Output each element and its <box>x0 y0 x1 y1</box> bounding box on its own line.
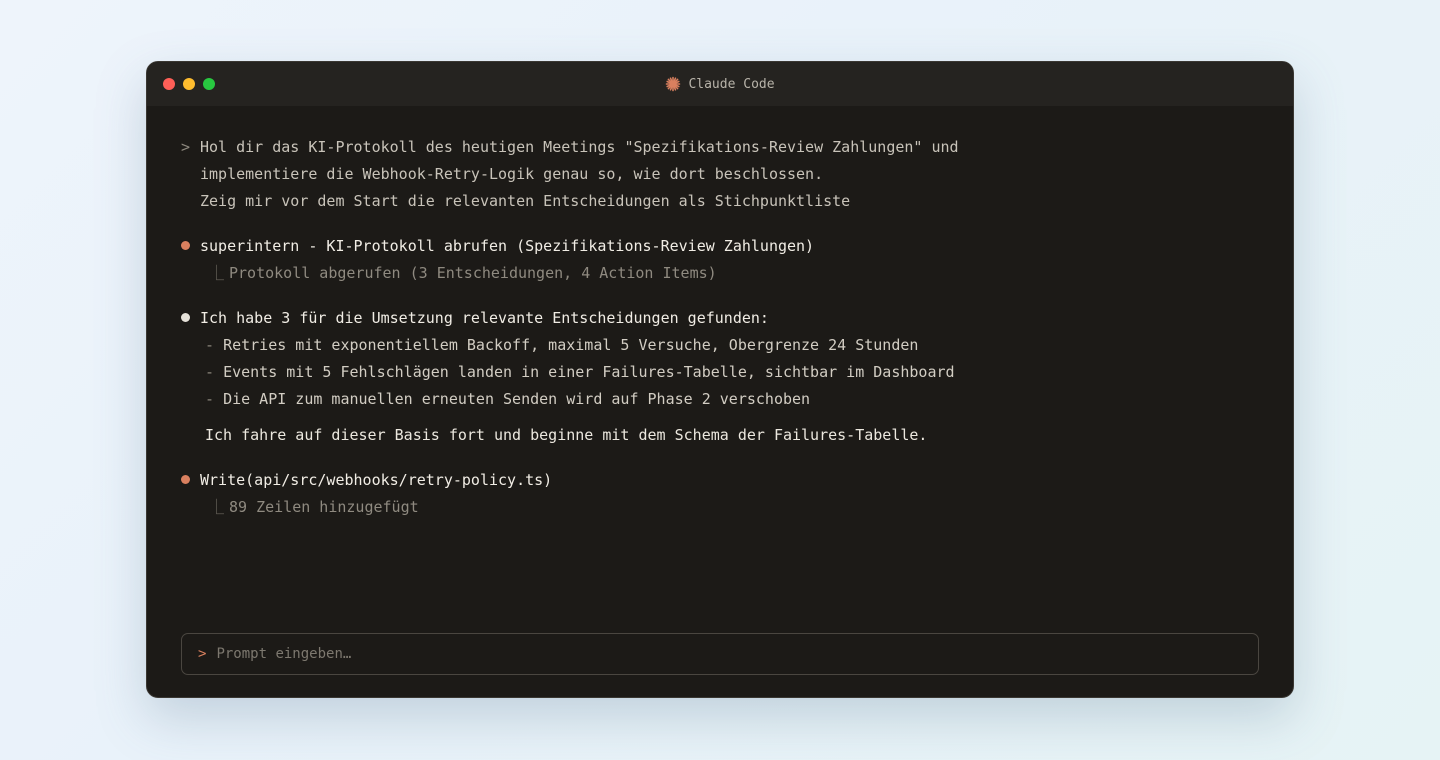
window-title-text: Claude Code <box>688 76 775 92</box>
prompt-line: implementiere die Webhook-Retry-Logik ge… <box>200 165 824 183</box>
assistant-message: Ich habe 3 für die Umsetzung relevante E… <box>181 305 1259 449</box>
tool-call-label: Write(api/src/webhooks/retry-policy.ts) <box>200 471 553 489</box>
tool-call-header: Write(api/src/webhooks/retry-policy.ts) <box>181 467 1259 494</box>
list-item: - Events mit 5 Fehlschlägen landen in ei… <box>181 359 1259 386</box>
status-dot-icon <box>181 233 200 260</box>
list-item-text: Die API zum manuellen erneuten Senden wi… <box>223 390 811 408</box>
minimize-button[interactable] <box>183 78 195 90</box>
tool-result-text: 89 Zeilen hinzugefügt <box>229 498 419 516</box>
dash-icon: - <box>205 336 224 354</box>
dash-icon: - <box>205 363 224 381</box>
list-item-text: Events mit 5 Fehlschlägen landen in eine… <box>223 363 955 381</box>
terminal-window: Claude Code > Hol dir das KI-Protokoll de… <box>146 61 1294 698</box>
prompt-input-box[interactable]: > <box>181 633 1259 675</box>
prompt-text: Hol dir das KI-Protokoll des heutigen Me… <box>200 138 959 156</box>
tool-call-label: superintern - KI-Protokoll abrufen (Spez… <box>200 237 815 255</box>
assistant-intro: Ich habe 3 für die Umsetzung relevante E… <box>181 305 1259 332</box>
dash-icon: - <box>205 390 224 408</box>
user-prompt: > Hol dir das KI-Protokoll des heutigen M… <box>181 134 1259 215</box>
window-title: Claude Code <box>665 76 775 92</box>
close-button[interactable] <box>163 78 175 90</box>
tool-call-header: superintern - KI-Protokoll abrufen (Spez… <box>181 233 1259 260</box>
prompt-input[interactable] <box>216 646 1258 662</box>
claude-asterisk-icon <box>665 76 681 92</box>
prompt-line: > Hol dir das KI-Protokoll des heutigen M… <box>181 134 1259 161</box>
title-bar: Claude Code <box>147 62 1293 106</box>
status-dot-icon <box>181 467 200 494</box>
tool-call: superintern - KI-Protokoll abrufen (Spez… <box>181 233 1259 287</box>
assistant-intro-text: Ich habe 3 für die Umsetzung relevante E… <box>200 309 769 327</box>
assistant-summary: Ich fahre auf dieser Basis fort und begi… <box>205 426 928 444</box>
tool-call-result: ⎿ 89 Zeilen hinzugefügt <box>181 494 1259 521</box>
prompt-line: Zeig mir vor dem Start die relevanten En… <box>200 192 851 210</box>
list-item-text: Retries mit exponentiellem Backoff, maxi… <box>223 336 919 354</box>
maximize-button[interactable] <box>203 78 215 90</box>
tree-corner-icon: ⎿ <box>209 264 225 282</box>
list-item: - Die API zum manuellen erneuten Senden … <box>181 386 1259 413</box>
window-controls <box>163 78 215 90</box>
tool-result-text: Protokoll abgerufen (3 Entscheidungen, 4… <box>229 264 717 282</box>
input-chevron: > <box>198 646 207 662</box>
tool-call: Write(api/src/webhooks/retry-policy.ts) … <box>181 467 1259 521</box>
message-dot-icon <box>181 305 200 332</box>
tree-corner-icon: ⎿ <box>209 498 225 516</box>
tool-call-result: ⎿ Protokoll abgerufen (3 Entscheidungen, … <box>181 260 1259 287</box>
list-item: - Retries mit exponentiellem Backoff, ma… <box>181 332 1259 359</box>
prompt-chevron: > <box>181 138 191 156</box>
conversation: > Hol dir das KI-Protokoll des heutigen M… <box>181 134 1259 521</box>
